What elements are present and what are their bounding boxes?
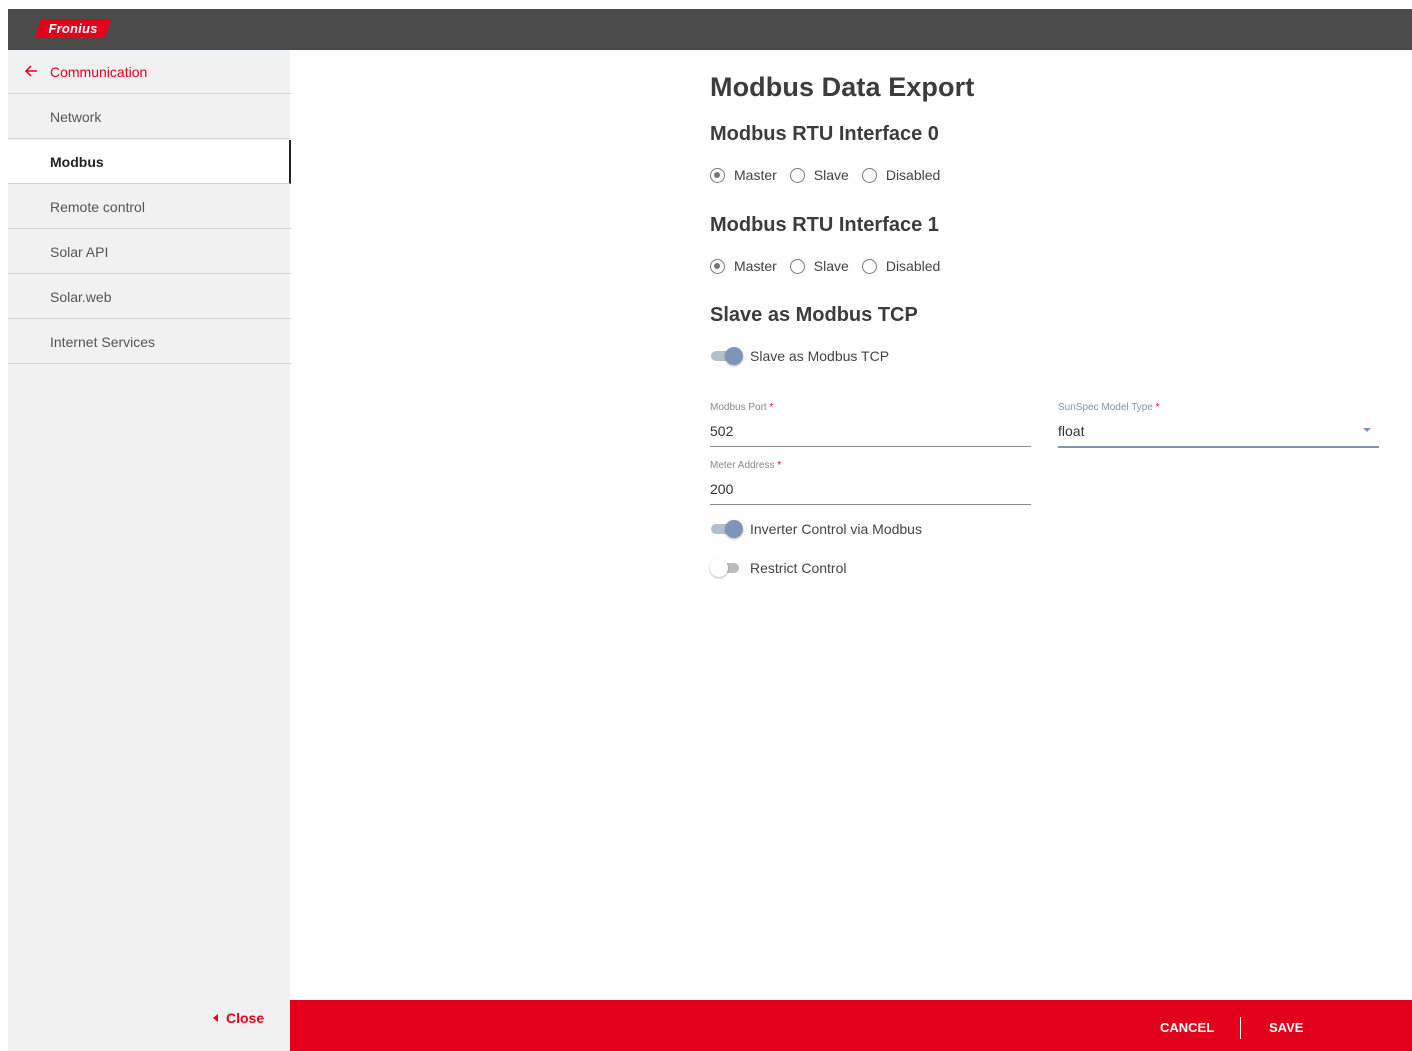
sidebar-item-remote-control[interactable]: Remote control xyxy=(8,185,291,229)
rtu0-heading: Modbus RTU Interface 0 xyxy=(710,123,939,145)
radio-unchecked-icon xyxy=(861,167,877,183)
rtu1-slave-radio[interactable]: Slave xyxy=(789,258,849,274)
slave-tcp-toggle-label: Slave as Modbus TCP xyxy=(750,348,890,364)
toggle-knob xyxy=(725,520,743,538)
restrict-control-toggle[interactable] xyxy=(710,559,743,577)
sidebar-item-label: Network xyxy=(50,109,102,125)
sidebar-item-label: Remote control xyxy=(50,199,145,215)
meter-address-field[interactable]: Meter Address * 200 xyxy=(710,460,1031,505)
radio-label: Disabled xyxy=(885,167,941,183)
sidebar-item-modbus[interactable]: Modbus xyxy=(8,140,291,184)
caret-left-icon xyxy=(213,1014,218,1022)
save-button[interactable]: SAVE xyxy=(1269,1020,1303,1035)
sidebar-item-label: Solar.web xyxy=(50,289,112,305)
rtu0-radio-group: Master Slave Disabled xyxy=(710,167,953,183)
restrict-control-toggle-row: Restrict Control xyxy=(710,559,846,577)
page-title: Modbus Data Export xyxy=(710,72,975,102)
radio-unchecked-icon xyxy=(861,258,877,274)
meter-address-value[interactable]: 200 xyxy=(710,481,733,497)
toggle-knob xyxy=(710,559,728,577)
footer-action-bar: CANCEL SAVE xyxy=(290,1000,1412,1051)
tcp-heading: Slave as Modbus TCP xyxy=(710,304,918,326)
radio-unchecked-icon xyxy=(789,258,805,274)
sidebar-item-network[interactable]: Network xyxy=(8,95,291,139)
modbus-port-label: Modbus Port * xyxy=(710,402,774,413)
sidebar-item-label: Internet Services xyxy=(50,334,156,350)
sidebar-back-label: Communication xyxy=(50,64,148,80)
rtu0-slave-radio[interactable]: Slave xyxy=(789,167,849,183)
meter-address-label: Meter Address * xyxy=(710,460,782,471)
close-sidebar-button[interactable]: Close xyxy=(213,1010,264,1026)
radio-label: Disabled xyxy=(885,258,941,274)
inverter-control-label: Inverter Control via Modbus xyxy=(750,521,922,537)
sidebar-item-solar-web[interactable]: Solar.web xyxy=(8,275,291,319)
sidebar-item-label: Solar API xyxy=(50,244,109,260)
radio-label: Master xyxy=(734,258,777,274)
rtu1-heading: Modbus RTU Interface 1 xyxy=(710,214,939,236)
restrict-control-label: Restrict Control xyxy=(750,560,847,576)
main-content: Modbus Data Export Modbus RTU Interface … xyxy=(290,50,1412,1000)
slave-tcp-toggle[interactable] xyxy=(710,347,743,365)
sidebar: Communication Network Modbus Remote cont… xyxy=(8,50,291,1051)
sidebar-item-label: Modbus xyxy=(50,154,104,170)
inverter-control-toggle[interactable] xyxy=(710,520,743,538)
logo-text: Fronius xyxy=(48,20,98,36)
radio-checked-icon xyxy=(710,258,725,274)
sidebar-item-solar-api[interactable]: Solar API xyxy=(8,230,291,274)
radio-label: Slave xyxy=(813,167,849,183)
rtu1-radio-group: Master Slave Disabled xyxy=(710,258,953,274)
radio-unchecked-icon xyxy=(789,167,805,183)
dropdown-caret-icon xyxy=(1363,428,1371,432)
rtu1-disabled-radio[interactable]: Disabled xyxy=(861,258,941,274)
sidebar-back-communication[interactable]: Communication xyxy=(8,50,291,94)
sunspec-model-type-label: SunSpec Model Type * xyxy=(1058,402,1160,413)
toggle-knob xyxy=(725,347,743,365)
rtu1-master-radio[interactable]: Master xyxy=(710,258,777,274)
inverter-control-toggle-row: Inverter Control via Modbus xyxy=(710,520,922,538)
radio-label: Master xyxy=(734,167,777,183)
rtu0-master-radio[interactable]: Master xyxy=(710,167,777,183)
sidebar-item-internet-services[interactable]: Internet Services xyxy=(8,320,291,364)
modbus-port-field[interactable]: Modbus Port * 502 xyxy=(710,402,1031,447)
modbus-port-value[interactable]: 502 xyxy=(710,423,733,439)
footer-divider xyxy=(1240,1017,1241,1039)
top-bar: Fronius xyxy=(8,9,1412,50)
sunspec-model-type-select[interactable]: SunSpec Model Type * float xyxy=(1058,402,1379,448)
arrow-left-icon xyxy=(24,65,37,77)
close-label: Close xyxy=(226,1010,265,1026)
sunspec-model-type-value: float xyxy=(1058,423,1085,439)
fronius-logo[interactable]: Fronius xyxy=(34,17,112,39)
cancel-button[interactable]: CANCEL xyxy=(1160,1020,1214,1035)
rtu0-disabled-radio[interactable]: Disabled xyxy=(861,167,941,183)
radio-label: Slave xyxy=(813,258,849,274)
radio-checked-icon xyxy=(710,167,725,183)
slave-tcp-toggle-row: Slave as Modbus TCP xyxy=(710,347,889,365)
